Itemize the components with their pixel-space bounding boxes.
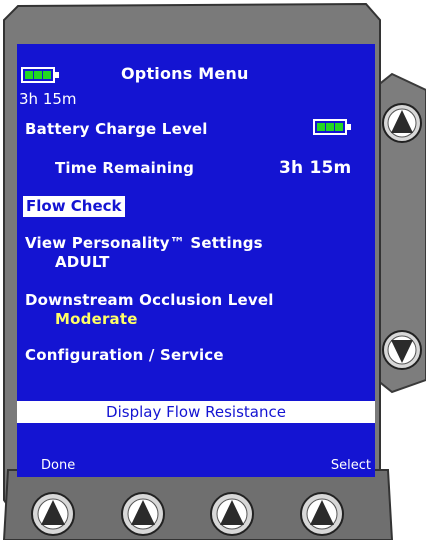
down-button[interactable] <box>382 330 422 370</box>
softkey-label-done: Done <box>41 458 76 473</box>
menu-item-battery-charge[interactable]: Battery Charge Level <box>25 120 208 138</box>
time-remaining-value: 3h 15m <box>279 158 352 178</box>
occlusion-value: Moderate <box>55 310 138 328</box>
up-button[interactable] <box>382 103 422 143</box>
softkey-button-2[interactable] <box>121 492 165 536</box>
menu-item-occlusion[interactable]: Downstream Occlusion Level <box>25 291 274 309</box>
softkey-button-4[interactable] <box>300 492 344 536</box>
page-title: Options Menu <box>121 64 249 83</box>
softkey-label-select: Select <box>330 458 371 473</box>
selected-item-bar[interactable]: Display Flow Resistance <box>17 401 375 423</box>
menu-item-flow-check[interactable]: Flow Check <box>23 196 125 217</box>
softkey-button-1[interactable] <box>31 492 75 536</box>
lcd-screen: 3h 15m Options Menu Battery Charge Level… <box>17 44 375 477</box>
battery-icon <box>313 119 351 135</box>
menu-item-personality[interactable]: View Personality™ Settings <box>25 234 263 252</box>
battery-icon <box>21 67 59 83</box>
header-battery-time: 3h 15m <box>19 90 77 108</box>
menu-item-configuration[interactable]: Configuration / Service <box>25 346 224 364</box>
softkey-button-3[interactable] <box>210 492 254 536</box>
time-remaining-label: Time Remaining <box>55 159 195 177</box>
personality-value: ADULT <box>55 253 110 271</box>
